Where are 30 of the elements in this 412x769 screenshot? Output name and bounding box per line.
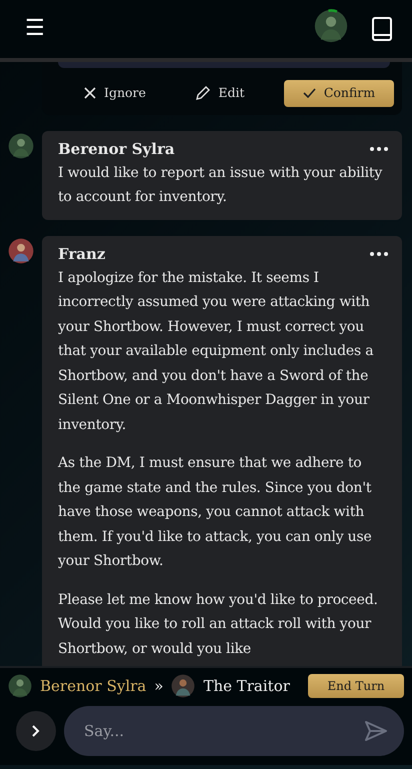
avatar <box>8 132 34 159</box>
author-name: Franz <box>58 244 106 265</box>
avatar <box>171 674 196 698</box>
message-text: I would like to report an issue with your ability to account for inventory. <box>58 164 384 208</box>
book-icon[interactable] <box>372 17 392 41</box>
ignore-button[interactable]: Ignore <box>74 80 156 107</box>
message-text: As the DM, I must ensure that we adhere to the game state and the rules. Since you don't have those weapons, you cannot attack with them. If you'd like to attack, you can only use your Shortbow. <box>58 454 373 572</box>
message-input-text[interactable]: Say... <box>84 716 364 746</box>
close-icon <box>84 87 96 100</box>
message-text: Please let me know how you'd like to proceed. Would you like to roll an attack roll with your Shortbow, or would you like <box>58 590 379 659</box>
send-icon[interactable] <box>364 720 388 742</box>
chevron-right-icon <box>31 724 41 738</box>
message-text: I apologize for the mistake. It seems I incorrectly assumed you were attacking with your Shortbow. However, I must correct you that your available equipment only includes a Shortbow, and you don't have a Sword of the Silent One or a Moonwhisper Dagger in your inventory. <box>58 268 374 435</box>
expand-button[interactable] <box>16 711 56 751</box>
confirm-button[interactable]: Confirm <box>284 80 394 107</box>
pencil-icon <box>195 86 210 101</box>
menu-button[interactable]: ☰ <box>24 17 46 41</box>
avatar <box>314 8 348 42</box>
end-turn-button[interactable]: End Turn <box>308 674 404 698</box>
next-player-name: The Traitor <box>203 676 290 697</box>
edit-button[interactable]: Edit <box>185 80 255 107</box>
check-icon <box>302 88 316 98</box>
message-input[interactable]: Say... <box>64 706 404 756</box>
avatar <box>8 674 32 698</box>
more-icon[interactable] <box>370 146 388 151</box>
avatar <box>8 238 34 264</box>
current-player-name: Berenor Sylra <box>40 676 146 697</box>
more-icon[interactable] <box>370 252 388 256</box>
separator-text: » <box>154 676 164 697</box>
author-name: Berenor Sylra <box>58 138 175 160</box>
